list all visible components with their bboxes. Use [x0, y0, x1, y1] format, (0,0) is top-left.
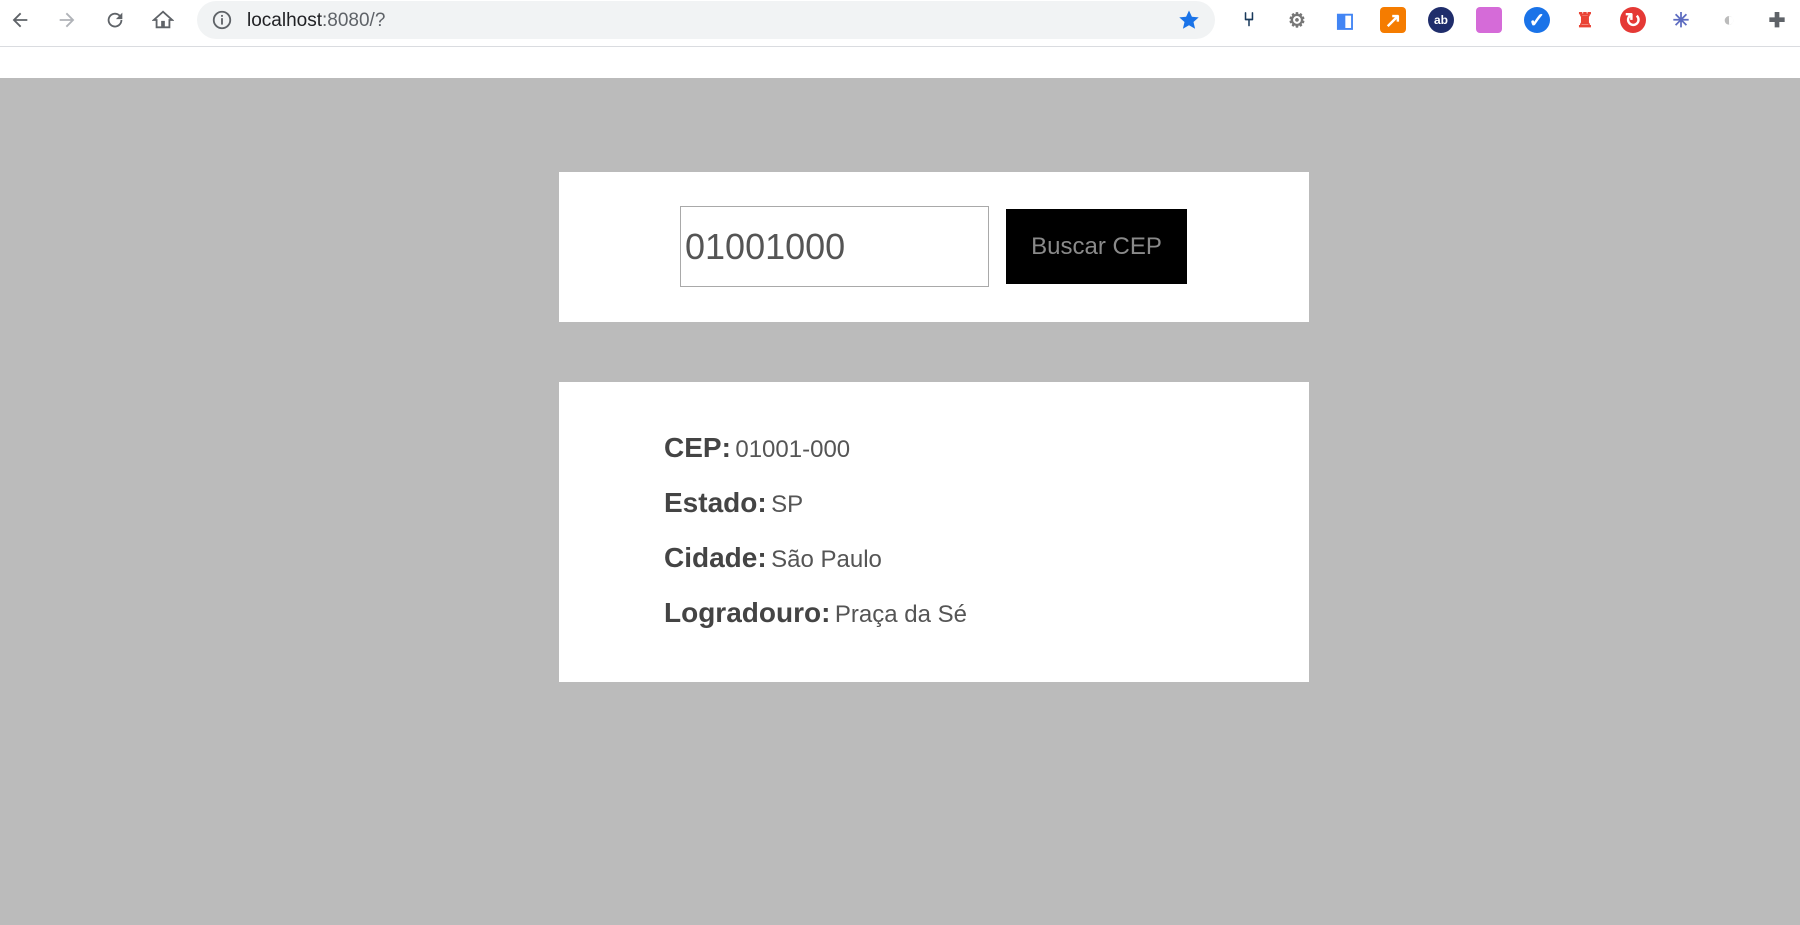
extension-sun-icon[interactable]: ✳: [1668, 7, 1694, 33]
result-card: CEP: 01001-000 Estado: SP Cidade: São Pa…: [559, 382, 1309, 682]
home-button[interactable]: [147, 4, 179, 36]
row-label: Logradouro:: [664, 597, 831, 628]
extension-gear-icon[interactable]: ⚙: [1284, 7, 1310, 33]
search-cep-button[interactable]: Buscar CEP: [1006, 209, 1187, 284]
address-bar[interactable]: localhost:8080/?: [197, 1, 1215, 39]
extension-refresh-icon[interactable]: ↻: [1620, 7, 1646, 33]
reload-icon: [107, 12, 123, 28]
page-header-strip: [0, 47, 1800, 78]
extensions-puzzle-icon[interactable]: ✚: [1764, 7, 1790, 33]
extension-ab-icon[interactable]: ab: [1428, 7, 1454, 33]
logradouro-row: Logradouro: Praça da Sé: [664, 597, 967, 652]
row-label: CEP:: [664, 432, 731, 463]
row-label: Cidade:: [664, 542, 767, 573]
extension-lighthouse-icon[interactable]: ♜: [1572, 7, 1598, 33]
bookmark-star-icon[interactable]: [1177, 8, 1201, 32]
back-button[interactable]: [4, 4, 36, 36]
cidade-row: Cidade: São Paulo: [664, 542, 967, 597]
search-card: Buscar CEP: [559, 172, 1309, 322]
extension-gradient-icon[interactable]: [1476, 7, 1502, 33]
row-value: Praça da Sé: [834, 601, 967, 628]
forward-button[interactable]: [51, 4, 83, 36]
site-info-icon[interactable]: [211, 9, 233, 31]
extension-fork-icon[interactable]: ⑂: [1236, 7, 1262, 33]
url-text: localhost:8080/?: [247, 10, 386, 31]
cep-row: CEP: 01001-000: [664, 432, 967, 487]
extension-check-icon[interactable]: ✓: [1524, 7, 1550, 33]
row-value: 01001-000: [735, 436, 851, 463]
row-value: SP: [771, 491, 804, 518]
home-icon: [152, 10, 174, 29]
row-value: São Paulo: [771, 546, 882, 573]
back-arrow-icon: [12, 12, 28, 28]
reload-button[interactable]: [99, 4, 131, 36]
forward-arrow-icon: [59, 12, 75, 28]
row-label: Estado:: [664, 487, 767, 518]
address-details: CEP: 01001-000 Estado: SP Cidade: São Pa…: [664, 432, 967, 652]
cep-input[interactable]: [680, 206, 989, 287]
extension-tag-icon[interactable]: ◧: [1332, 7, 1358, 33]
estado-row: Estado: SP: [664, 487, 967, 542]
extension-circle-icon[interactable]: ◐: [1716, 7, 1742, 33]
extension-chart-icon[interactable]: ↗: [1380, 7, 1406, 33]
browser-toolbar: localhost:8080/? ⑂ ⚙ ◧ ↗ ab ✓ ♜ ↻ ✳ ◐ ✚: [0, 0, 1800, 47]
